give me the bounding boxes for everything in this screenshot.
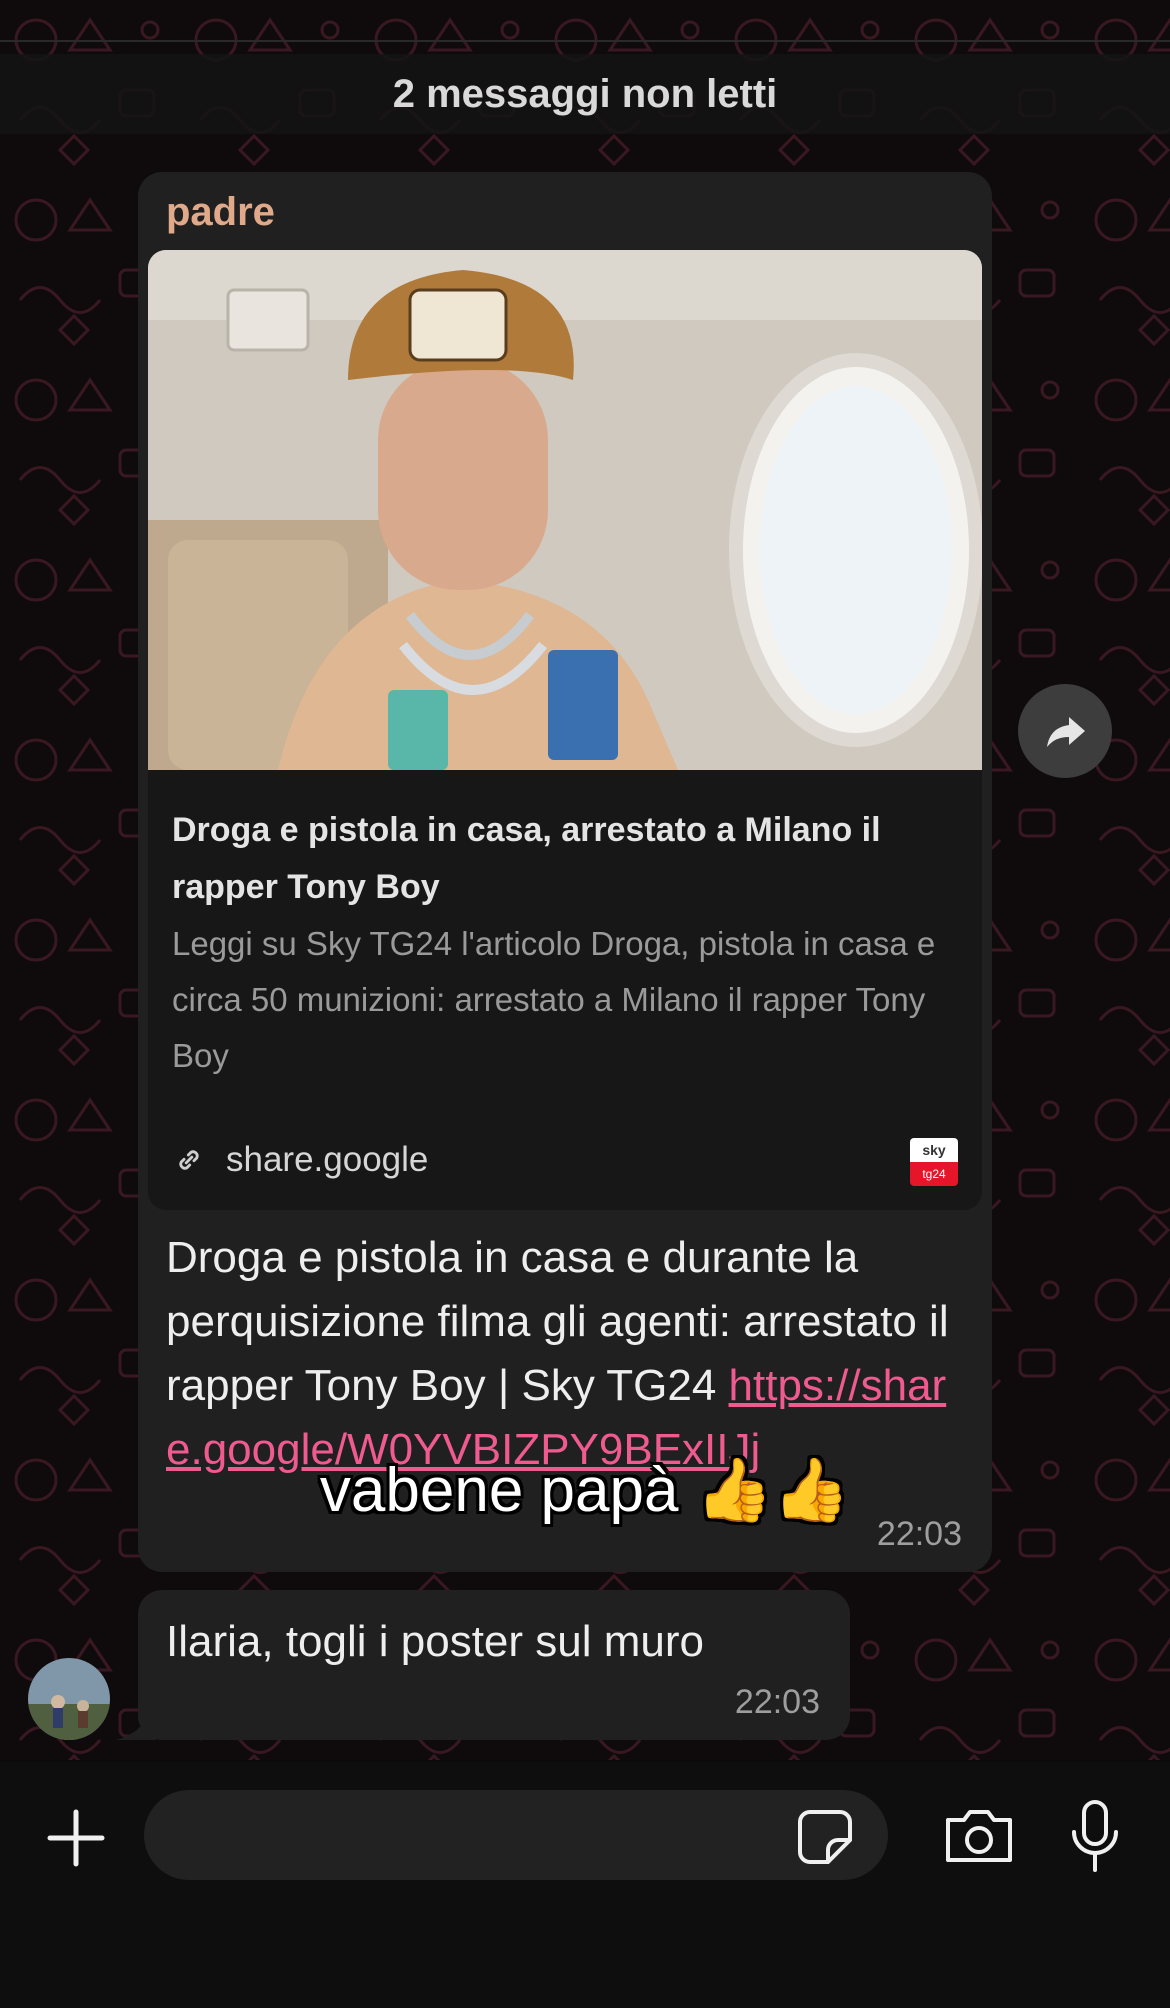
sender-name: padre <box>166 190 275 234</box>
video-caption-overlay: vabene papà 👍👍 <box>319 1456 851 1525</box>
forward-icon <box>1047 717 1085 747</box>
link-preview-card[interactable]: Droga e pistola in casa, arrestato a Mil… <box>148 250 982 1210</box>
composer-bar <box>0 1762 1170 2008</box>
sender-avatar[interactable] <box>28 1658 110 1740</box>
message-timestamp: 22:03 <box>734 1683 820 1721</box>
plus-icon[interactable] <box>40 1802 112 1874</box>
sticker-icon[interactable] <box>796 1808 854 1866</box>
unread-messages-banner: 2 messaggi non letti <box>0 54 1170 134</box>
preview-image <box>148 250 982 770</box>
preview-description: Leggi su Sky TG24 l'articolo Droga, pist… <box>172 925 936 1074</box>
preview-title: Droga e pistola in casa, arrestato a Mil… <box>172 811 881 906</box>
message-bubble-text[interactable]: Ilaria, togli i poster sul muro 22:03 <box>138 1590 850 1740</box>
preview-domain: share.google <box>226 1140 429 1179</box>
message-input[interactable] <box>144 1790 888 1880</box>
camera-icon[interactable] <box>942 1806 1016 1866</box>
microphone-icon[interactable] <box>1068 1798 1122 1874</box>
message-text: Droga e pistola in casa e durante la per… <box>166 1226 976 1482</box>
message-text: Ilaria, togli i poster sul muro <box>166 1617 704 1666</box>
forward-button[interactable] <box>1018 684 1112 778</box>
message-bubble-link[interactable]: padre Droga e pistola in casa, arrestato… <box>138 172 992 1572</box>
sky-tg24-logo: sky tg24 <box>910 1138 958 1186</box>
header-divider <box>0 40 1170 42</box>
link-icon <box>179 1150 199 1170</box>
preview-footer: share.google sky tg24 <box>172 1132 958 1188</box>
